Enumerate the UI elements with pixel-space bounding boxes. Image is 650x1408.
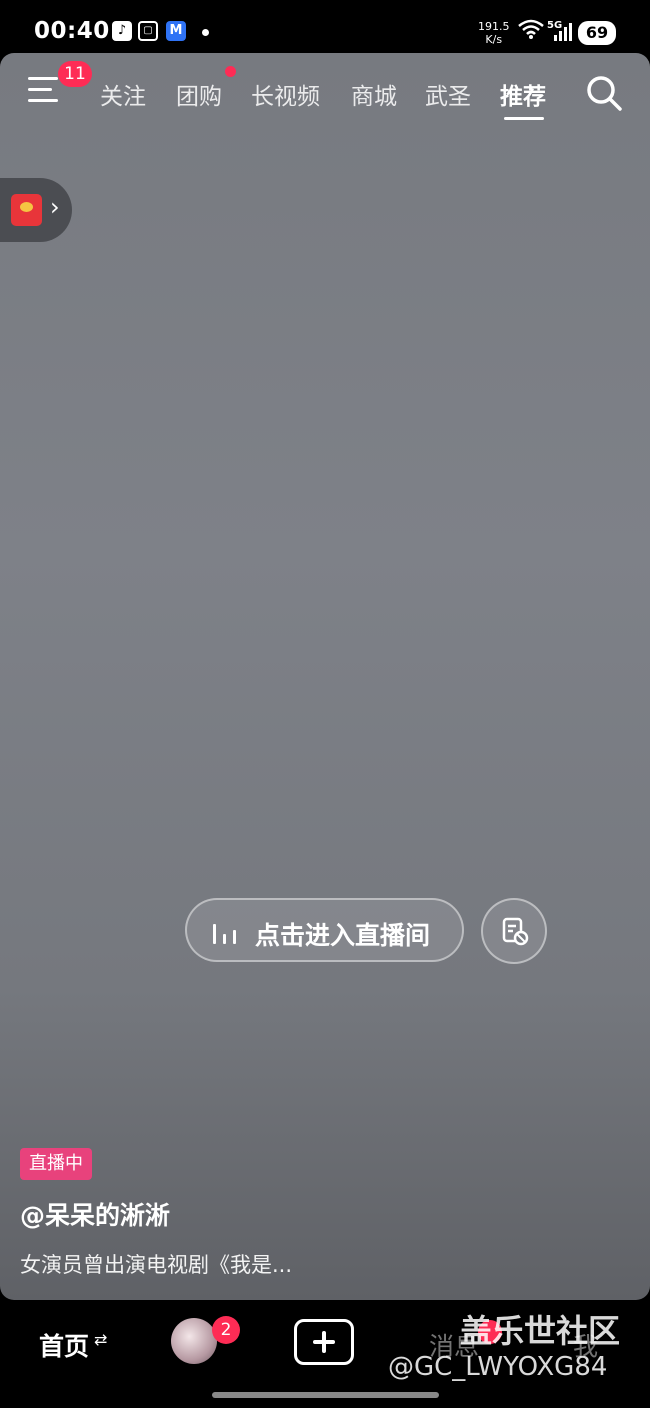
author-name[interactable]: @呆呆的淅淅 bbox=[20, 1196, 170, 1232]
report-button[interactable] bbox=[481, 898, 547, 964]
bottom-nav: 首页 ⇄ 2 消息 我 盖乐世社区 @GC_LWYOXG84 bbox=[0, 1300, 650, 1408]
menu-badge: 11 bbox=[58, 61, 92, 87]
tab-mall[interactable]: 商城 bbox=[351, 77, 397, 111]
red-packet-button[interactable]: › bbox=[0, 178, 72, 242]
tab-follow[interactable]: 关注 bbox=[100, 77, 146, 111]
video-description[interactable]: 女演员曾出演电视剧《我是... bbox=[20, 1249, 292, 1279]
nav-home[interactable]: 首页 bbox=[39, 1327, 89, 1363]
live-status-badge: 直播中 bbox=[20, 1148, 92, 1180]
net-speed: 191.5 K/s bbox=[478, 20, 510, 46]
nav-friends-avatar[interactable] bbox=[171, 1318, 217, 1364]
friends-badge: 2 bbox=[212, 1316, 240, 1344]
tab-group-buy-dot bbox=[225, 66, 236, 77]
active-tab-underline bbox=[504, 117, 544, 120]
menu-icon bbox=[28, 77, 58, 80]
scan-icon: ▢ bbox=[138, 21, 158, 41]
notification-dot-icon bbox=[202, 29, 209, 36]
search-icon[interactable] bbox=[584, 73, 624, 113]
home-indicator[interactable] bbox=[212, 1392, 439, 1398]
tab-wusheng[interactable]: 武圣 bbox=[425, 77, 471, 111]
tiktok-icon: ♪ bbox=[112, 21, 132, 41]
tab-recommend[interactable]: 推荐 bbox=[500, 77, 546, 111]
switch-icon[interactable]: ⇄ bbox=[94, 1330, 107, 1349]
live-bars-icon bbox=[211, 920, 241, 944]
signal-icon bbox=[554, 23, 572, 41]
top-nav: 11 关注 团购 长视频 商城 武圣 推荐 bbox=[0, 53, 650, 133]
chevron-right-icon: › bbox=[50, 193, 60, 221]
m-app-icon: M bbox=[166, 21, 186, 41]
video-feed-card[interactable]: 11 关注 团购 长视频 商城 武圣 推荐 › 点击进入直播间 直播中 @呆呆的… bbox=[0, 53, 650, 1300]
status-bar: 00:40 ♪ ▢ M 191.5 K/s 5G 69 bbox=[0, 0, 650, 56]
battery-icon: 69 bbox=[578, 21, 616, 45]
watermark-title: 盖乐世社区 bbox=[460, 1312, 621, 1350]
red-packet-icon bbox=[11, 194, 42, 226]
status-time: 00:40 bbox=[34, 18, 110, 44]
wifi-icon bbox=[518, 19, 544, 39]
menu-button[interactable] bbox=[28, 75, 62, 105]
tab-group-buy[interactable]: 团购 bbox=[176, 77, 222, 111]
watermark-handle: @GC_LWYOXG84 bbox=[388, 1352, 608, 1382]
report-icon bbox=[502, 917, 529, 946]
tab-long-video[interactable]: 长视频 bbox=[251, 77, 320, 111]
enter-live-room-label: 点击进入直播间 bbox=[255, 921, 431, 950]
enter-live-room-button[interactable]: 点击进入直播间 bbox=[185, 898, 464, 962]
create-button[interactable] bbox=[294, 1319, 354, 1365]
